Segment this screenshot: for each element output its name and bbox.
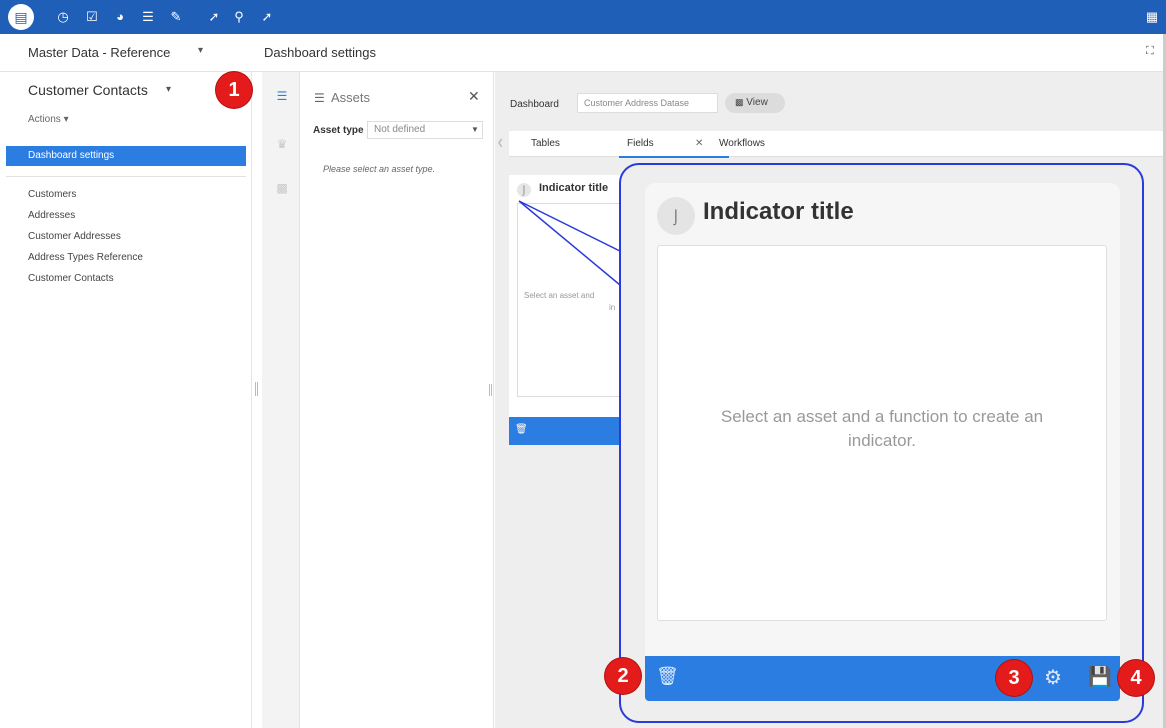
indicator-placeholder-continued: in	[609, 303, 616, 312]
top-toolbar: ▤ ◷ ☑ ◕ ☰ ✎ ➚ ⚲ ➚ ▦	[0, 0, 1166, 34]
chevron-down-icon[interactable]: ▼	[471, 125, 479, 134]
sidebar-resize-handle[interactable]	[255, 382, 258, 396]
page-title: Dashboard settings	[264, 45, 377, 60]
view-button[interactable]: ▩ View	[725, 93, 785, 113]
divider	[6, 176, 246, 177]
document-icon[interactable]: ☰	[139, 8, 157, 26]
tabs-scroll-left-icon[interactable]: ❮	[497, 138, 504, 147]
sidebar-title[interactable]: Customer Contacts	[28, 82, 148, 98]
sidebar-item-address-types-reference[interactable]: Address Types Reference	[28, 252, 143, 263]
checklist-icon[interactable]: ☑	[83, 8, 101, 26]
indicator-card-zoomed: ⌡ Indicator title Select an asset and a …	[645, 183, 1120, 701]
trash-icon[interactable]: 🗑	[656, 666, 679, 687]
indicator-footer: 🗑	[509, 417, 629, 445]
marker-3: 3	[996, 660, 1032, 696]
app-header: Master Data - Reference ▾ Dashboard sett…	[0, 34, 1166, 72]
marker-2: 2	[605, 658, 641, 694]
actions-menu[interactable]: Actions ▾	[28, 114, 69, 125]
wrench-icon[interactable]: ➚	[258, 8, 276, 26]
marker-4: 4	[1118, 660, 1154, 696]
indicator-footer: 🗑 ⚙ 💾	[645, 656, 1120, 701]
assets-tree-icon: ☰	[314, 91, 325, 105]
tab-tables[interactable]: Tables	[531, 138, 560, 149]
close-icon[interactable]: ✕	[468, 88, 480, 105]
crown-icon[interactable]: ♛	[274, 136, 290, 152]
sidebar-item-customers[interactable]: Customers	[28, 189, 76, 200]
sidebar-item-addresses[interactable]: Addresses	[28, 210, 75, 221]
indicator-content	[517, 203, 629, 397]
indicator-placeholder: Select an asset and	[524, 291, 595, 300]
assets-panel: ☰ Assets ✕ Asset type Not defined ▼ Plea…	[301, 72, 494, 728]
indicator-widget: ⌡ Indicator title Select an asset and in…	[509, 175, 629, 445]
sidebar-item-dashboard-settings[interactable]: Dashboard settings	[6, 146, 246, 166]
assets-tree-icon[interactable]: ☰	[274, 88, 290, 104]
dashboard-label: Dashboard	[510, 99, 559, 110]
sidebar-item-customer-addresses[interactable]: Customer Addresses	[28, 231, 121, 242]
bar-chart-icon[interactable]: ▩	[274, 180, 290, 196]
assets-panel-title: Assets	[331, 90, 371, 105]
chevron-down-icon[interactable]: ▾	[198, 45, 203, 56]
icon-rail: ☰ ♛ ▩	[262, 72, 300, 728]
search-icon[interactable]: ⚲	[230, 8, 248, 26]
indicator-title: Indicator title	[703, 198, 854, 225]
view-button-label: View	[746, 97, 768, 108]
grid-icon[interactable]: ▦	[1143, 8, 1161, 26]
asset-type-hint: Please select an asset type.	[323, 164, 436, 174]
dashboard-tabs: Tables Fields ✕ Workflows	[509, 131, 1166, 158]
asset-type-label: Asset type	[313, 125, 364, 136]
gear-icon[interactable]: ⚙	[1044, 665, 1062, 690]
active-tab-indicator	[619, 156, 729, 158]
gauge-icon[interactable]: ◕	[111, 8, 129, 26]
fullscreen-icon[interactable]: ⛶	[1146, 45, 1154, 58]
database-icon[interactable]: ▤	[8, 4, 34, 30]
marker-1: 1	[216, 72, 252, 108]
edit-check-icon[interactable]: ✎	[167, 8, 185, 26]
app-name-dropdown[interactable]: Master Data - Reference	[28, 45, 170, 60]
chevron-down-icon[interactable]: ▾	[166, 84, 171, 95]
tab-workflows[interactable]: Workflows	[719, 138, 765, 149]
close-icon[interactable]: ✕	[695, 138, 703, 149]
clock-icon[interactable]: ◷	[54, 8, 72, 26]
left-sidebar: Customer Contacts ▾ Actions ▾ Dashboard …	[0, 72, 252, 728]
chart-icon: ▩	[735, 97, 744, 107]
sidebar-item-customer-contacts[interactable]: Customer Contacts	[28, 273, 114, 284]
pin-icon[interactable]: ➚	[205, 8, 223, 26]
tab-fields[interactable]: Fields	[627, 138, 654, 149]
dashboard-select[interactable]: Customer Address Datase	[577, 93, 718, 113]
panel-resize-handle[interactable]	[489, 384, 492, 396]
trash-icon[interactable]: 🗑	[515, 424, 528, 435]
asset-type-select[interactable]: Not defined	[367, 121, 483, 139]
collapse-icon[interactable]: ⌡	[517, 183, 531, 197]
save-icon[interactable]: 💾	[1088, 665, 1112, 689]
collapse-icon[interactable]: ⌡	[657, 197, 695, 235]
indicator-placeholder: Select an asset and a function to create…	[720, 407, 1044, 450]
indicator-title: Indicator title	[539, 182, 609, 194]
